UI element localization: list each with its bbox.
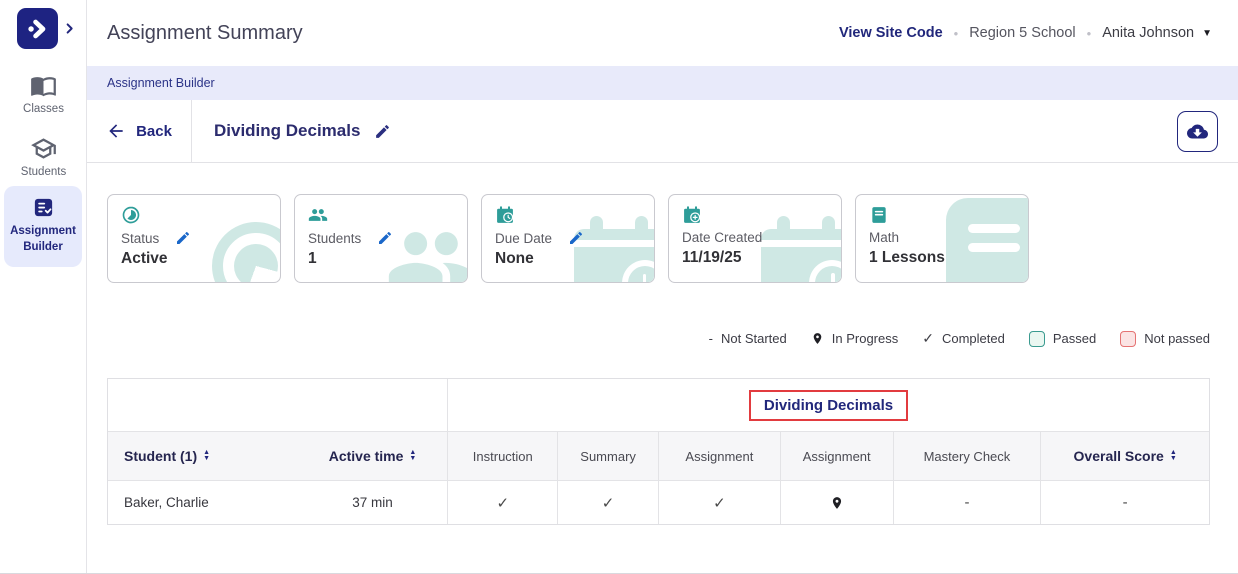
arrow-left-icon xyxy=(106,121,126,141)
table-group-header-row: Dividing Decimals xyxy=(108,379,1209,431)
card-value: None xyxy=(495,250,641,268)
edit-title-icon[interactable] xyxy=(374,123,391,140)
date-created-card: Date Created 11/19/25 xyxy=(668,194,842,283)
column-header-active-time[interactable]: Active time ▲▼ xyxy=(298,432,448,480)
status-card: Status Active xyxy=(107,194,281,283)
graduation-cap-icon xyxy=(30,135,57,162)
assignment-title-section: Dividing Decimals xyxy=(192,121,391,141)
breadcrumb: Assignment Builder xyxy=(87,66,1238,100)
legend-label: Passed xyxy=(1053,331,1096,346)
topbar-right: View Site Code • Region 5 School • Anita… xyxy=(839,0,1212,66)
breadcrumb-assignment-builder[interactable]: Assignment Builder xyxy=(107,76,215,90)
sidebar-expand-icon[interactable] xyxy=(63,22,76,35)
card-label: Students xyxy=(308,231,361,246)
location-pin-icon xyxy=(811,331,824,346)
assignment-summary-page: Classes Students Assignment Builder Assi… xyxy=(0,0,1238,574)
passed-swatch-icon xyxy=(1029,331,1045,347)
view-site-code-link[interactable]: View Site Code xyxy=(839,25,943,41)
pie-chart-icon xyxy=(121,205,267,225)
sidebar-item-label: Classes xyxy=(23,103,64,115)
sidebar-item-label: Students xyxy=(21,166,66,178)
card-value: Active xyxy=(121,250,267,268)
sidebar-item-classes[interactable]: Classes xyxy=(0,72,87,115)
sidebar-item-assignment-builder[interactable]: Assignment Builder xyxy=(4,186,82,267)
user-menu[interactable]: Anita Johnson ▼ xyxy=(1102,25,1212,41)
edit-due-date-icon[interactable] xyxy=(568,230,584,246)
sort-icon: ▲▼ xyxy=(1170,450,1177,462)
status-cell-overall-score: - xyxy=(1040,481,1209,524)
legend-not-passed: Not passed xyxy=(1120,331,1210,347)
active-time-cell: 37 min xyxy=(298,481,448,524)
table-row: Baker, Charlie 37 min ✓ ✓ ✓ - - xyxy=(108,481,1209,524)
topbar: Assignment Summary View Site Code • Regi… xyxy=(87,0,1238,66)
edit-students-icon[interactable] xyxy=(377,230,393,246)
user-name: Anita Johnson xyxy=(1102,25,1194,41)
status-cell-mastery-check: - xyxy=(893,481,1041,524)
column-header-overall-score[interactable]: Overall Score ▲▼ xyxy=(1040,432,1209,480)
assignment-title: Dividing Decimals xyxy=(214,121,360,141)
student-name-cell: Baker, Charlie xyxy=(108,481,298,524)
legend-label: In Progress xyxy=(832,331,898,346)
sidebar-item-label: Assignment Builder xyxy=(6,224,80,255)
card-label: Due Date xyxy=(495,231,552,246)
legend-label: Completed xyxy=(942,331,1005,346)
cloud-download-icon xyxy=(1187,121,1208,142)
legend-in-progress: In Progress xyxy=(811,331,898,346)
check-icon: ✓ xyxy=(922,330,934,347)
sidebar: Classes Students Assignment Builder xyxy=(0,0,87,574)
card-value: 11/19/25 xyxy=(682,249,828,267)
download-report-button[interactable] xyxy=(1177,111,1218,152)
edit-status-icon[interactable] xyxy=(175,230,191,246)
location-pin-icon xyxy=(830,495,844,511)
summary-cards: Status Active Students 1 xyxy=(107,194,1029,283)
column-header-instruction: Instruction xyxy=(447,432,557,480)
not-passed-swatch-icon xyxy=(1120,331,1136,347)
column-header-assignment-2: Assignment xyxy=(780,432,893,480)
column-header-summary: Summary xyxy=(557,432,658,480)
legend-not-started: - Not Started xyxy=(709,331,787,346)
dot-separator: • xyxy=(954,26,959,41)
toolbar-row: Back Dividing Decimals xyxy=(87,100,1238,163)
back-label: Back xyxy=(136,123,172,140)
assignment-checklist-icon xyxy=(32,196,55,219)
card-label: Date Created xyxy=(682,230,762,245)
dash-icon: - xyxy=(709,331,713,346)
sort-icon: ▲▼ xyxy=(203,450,210,462)
column-header-student[interactable]: Student (1) ▲▼ xyxy=(108,432,298,480)
legend-label: Not passed xyxy=(1144,331,1210,346)
status-cell-summary: ✓ xyxy=(557,481,658,524)
column-header-mastery-check: Mastery Check xyxy=(893,432,1041,480)
subject-card: Math 1 Lessons xyxy=(855,194,1029,283)
legend-completed: ✓ Completed xyxy=(922,330,1005,347)
lesson-group-header[interactable]: Dividing Decimals xyxy=(749,390,908,421)
sort-icon: ▲▼ xyxy=(409,450,416,462)
card-label: Math xyxy=(869,230,899,245)
page-title: Assignment Summary xyxy=(107,22,303,45)
status-cell-assignment-1: ✓ xyxy=(658,481,780,524)
sidebar-item-students[interactable]: Students xyxy=(0,135,87,178)
students-card: Students 1 xyxy=(294,194,468,283)
card-value: 1 xyxy=(308,250,454,268)
grade-table: Dividing Decimals Student (1) ▲▼ Active … xyxy=(107,378,1210,525)
logo-chevron-icon xyxy=(25,16,51,42)
card-value: 1 Lessons xyxy=(869,249,1015,267)
column-header-assignment-1: Assignment xyxy=(658,432,780,480)
due-date-card: Due Date None xyxy=(481,194,655,283)
status-cell-instruction: ✓ xyxy=(447,481,557,524)
open-book-icon xyxy=(30,72,57,99)
legend-label: Not Started xyxy=(721,331,787,346)
app-logo[interactable] xyxy=(17,8,58,49)
card-label: Status xyxy=(121,231,159,246)
chevron-down-icon: ▼ xyxy=(1202,28,1212,39)
legend-passed: Passed xyxy=(1029,331,1096,347)
table-header-row: Student (1) ▲▼ Active time ▲▼ Instructio… xyxy=(108,431,1209,481)
school-name: Region 5 School xyxy=(969,25,1075,41)
main-content: Status Active Students 1 xyxy=(87,163,1238,573)
status-cell-assignment-2 xyxy=(780,481,893,524)
dot-separator: • xyxy=(1087,26,1092,41)
status-legend: - Not Started In Progress ✓ Completed Pa… xyxy=(709,330,1210,347)
back-button[interactable]: Back xyxy=(87,100,192,162)
